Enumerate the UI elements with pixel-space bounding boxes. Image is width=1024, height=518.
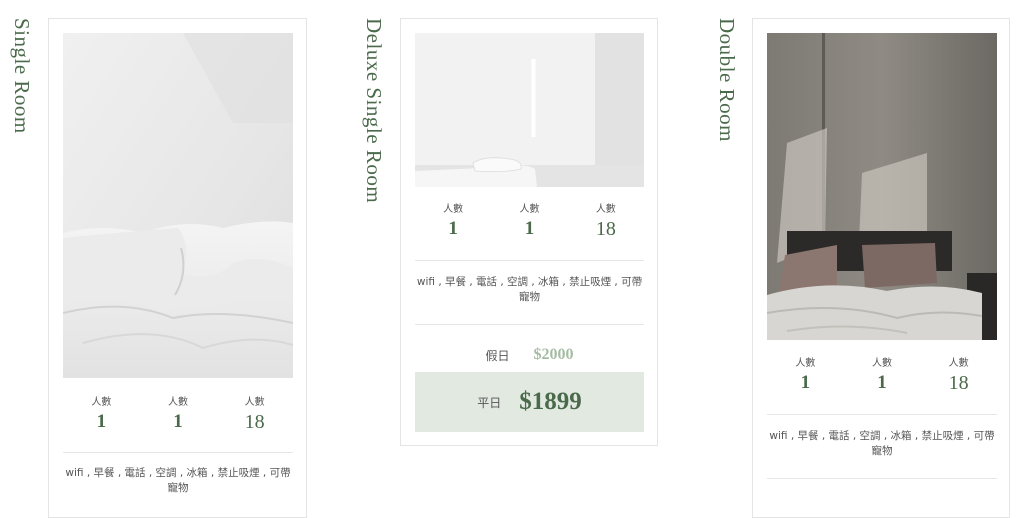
stat-item: 人數 18 (245, 393, 265, 434)
stat-value: 1 (800, 372, 811, 393)
stat-item: 人數 1 (872, 354, 892, 395)
stat-label: 人數 (244, 397, 265, 408)
stat-label: 人數 (871, 358, 892, 369)
stat-value: 1 (877, 372, 887, 393)
stat-item: 人數 18 (949, 354, 969, 395)
weekday-price-box[interactable]: 平日 $1899 (415, 372, 644, 432)
room-card-single[interactable]: 人數 1 人數 1 人數 18 wifi , 早餐 , 電話 , 空調 , 冰箱… (48, 18, 307, 518)
room-card-deluxe[interactable]: 人數 1 人數 1 人數 18 wifi , 早餐 , 電話 , 空調 , 冰箱… (400, 18, 658, 446)
stat-label: 人數 (595, 204, 616, 215)
room-amenities-double: wifi , 早餐 , 電話 , 空調 , 冰箱 , 禁止吸煙 , 可帶寵物 (769, 430, 995, 457)
stat-label: 人數 (167, 397, 188, 408)
stat-item: 人數 1 (519, 200, 539, 241)
divider (415, 260, 644, 261)
stat-value: 18 (244, 411, 265, 433)
stat-label: 人數 (795, 358, 816, 369)
stat-item: 人數 1 (91, 393, 111, 434)
stat-value: 18 (595, 218, 616, 240)
stat-value: 1 (524, 218, 535, 239)
holiday-price: $2000 (533, 346, 574, 363)
room-title-deluxe: Deluxe Single Room (362, 18, 386, 204)
stat-value: 1 (448, 218, 458, 239)
weekday-label: 平日 (477, 395, 502, 410)
room-amenities-single: wifi , 早餐 , 電話 , 空調 , 冰箱 , 禁止吸煙 , 可帶寵物 (65, 467, 291, 494)
room-photo-single (63, 33, 293, 378)
stat-label: 人數 (91, 397, 112, 408)
divider (415, 324, 644, 325)
room-stats-double: 人數 1 人數 1 人數 18 (767, 354, 997, 395)
room-stats-single: 人數 1 人數 1 人數 18 (63, 393, 293, 434)
weekday-price: $1899 (519, 388, 582, 415)
holiday-label: 假日 (485, 348, 510, 363)
divider (767, 414, 997, 415)
stat-value: 1 (96, 411, 107, 432)
holiday-price-row: 假日 $2000 (415, 344, 644, 366)
room-title-double: Double Room (715, 18, 739, 142)
room-card-double[interactable]: 人數 1 人數 1 人數 18 wifi , 早餐 , 電話 , 空調 , 冰箱… (752, 18, 1010, 518)
stat-label: 人數 (948, 358, 969, 369)
stat-item: 人數 1 (168, 393, 188, 434)
room-amenities-deluxe: wifi , 早餐 , 電話 , 空調 , 冰箱 , 禁止吸煙 , 可帶寵物 (416, 276, 643, 303)
divider (63, 452, 293, 453)
stat-value: 18 (948, 372, 969, 394)
room-photo-double (767, 33, 997, 340)
room-title-single: Single Room (10, 18, 34, 134)
stat-item: 人數 18 (596, 200, 616, 241)
room-stats-deluxe: 人數 1 人數 1 人數 18 (415, 200, 644, 241)
stat-value: 1 (173, 411, 183, 432)
stat-label: 人數 (519, 204, 540, 215)
divider (767, 478, 997, 479)
room-photo-deluxe (415, 33, 644, 187)
stat-item: 人數 1 (795, 354, 815, 395)
stat-label: 人數 (443, 204, 464, 215)
stat-item: 人數 1 (443, 200, 463, 241)
